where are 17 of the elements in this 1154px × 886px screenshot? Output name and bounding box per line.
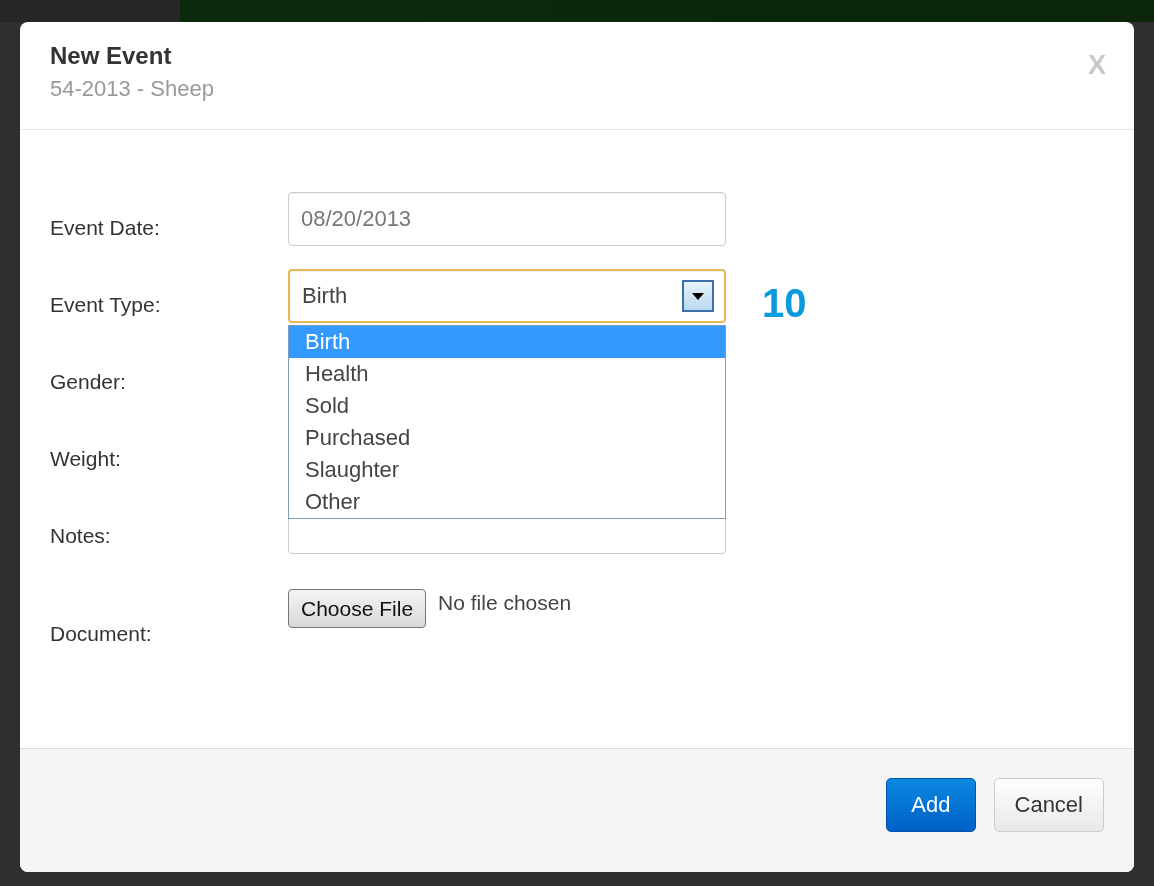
modal-subtitle: 54-2013 - Sheep: [50, 76, 214, 102]
primary-button[interactable]: Add: [886, 777, 976, 832]
dropdown-list[interactable]: Birth Health Sold Purchased Slaughter Other: [288, 325, 726, 519]
dropdown-caret-icon[interactable]: [682, 280, 714, 312]
field-label: Weight:: [50, 447, 122, 471]
field-label: Event Type:: [50, 293, 162, 317]
field-label: Document:: [50, 622, 153, 646]
modal-title: New Event: [50, 42, 173, 70]
input-field[interactable]: 08/20/2013: [288, 192, 726, 246]
annotation-number: 10: [762, 281, 808, 326]
file-status: No file chosen: [438, 591, 572, 615]
field-label: Notes:: [50, 524, 112, 548]
field-label: Gender:: [50, 370, 127, 394]
field-label: Event Date:: [50, 216, 161, 240]
secondary-button[interactable]: Cancel: [993, 777, 1104, 832]
choose-file-button[interactable]: Choose File: [288, 589, 427, 628]
select-field[interactable]: Birth: [288, 269, 726, 323]
